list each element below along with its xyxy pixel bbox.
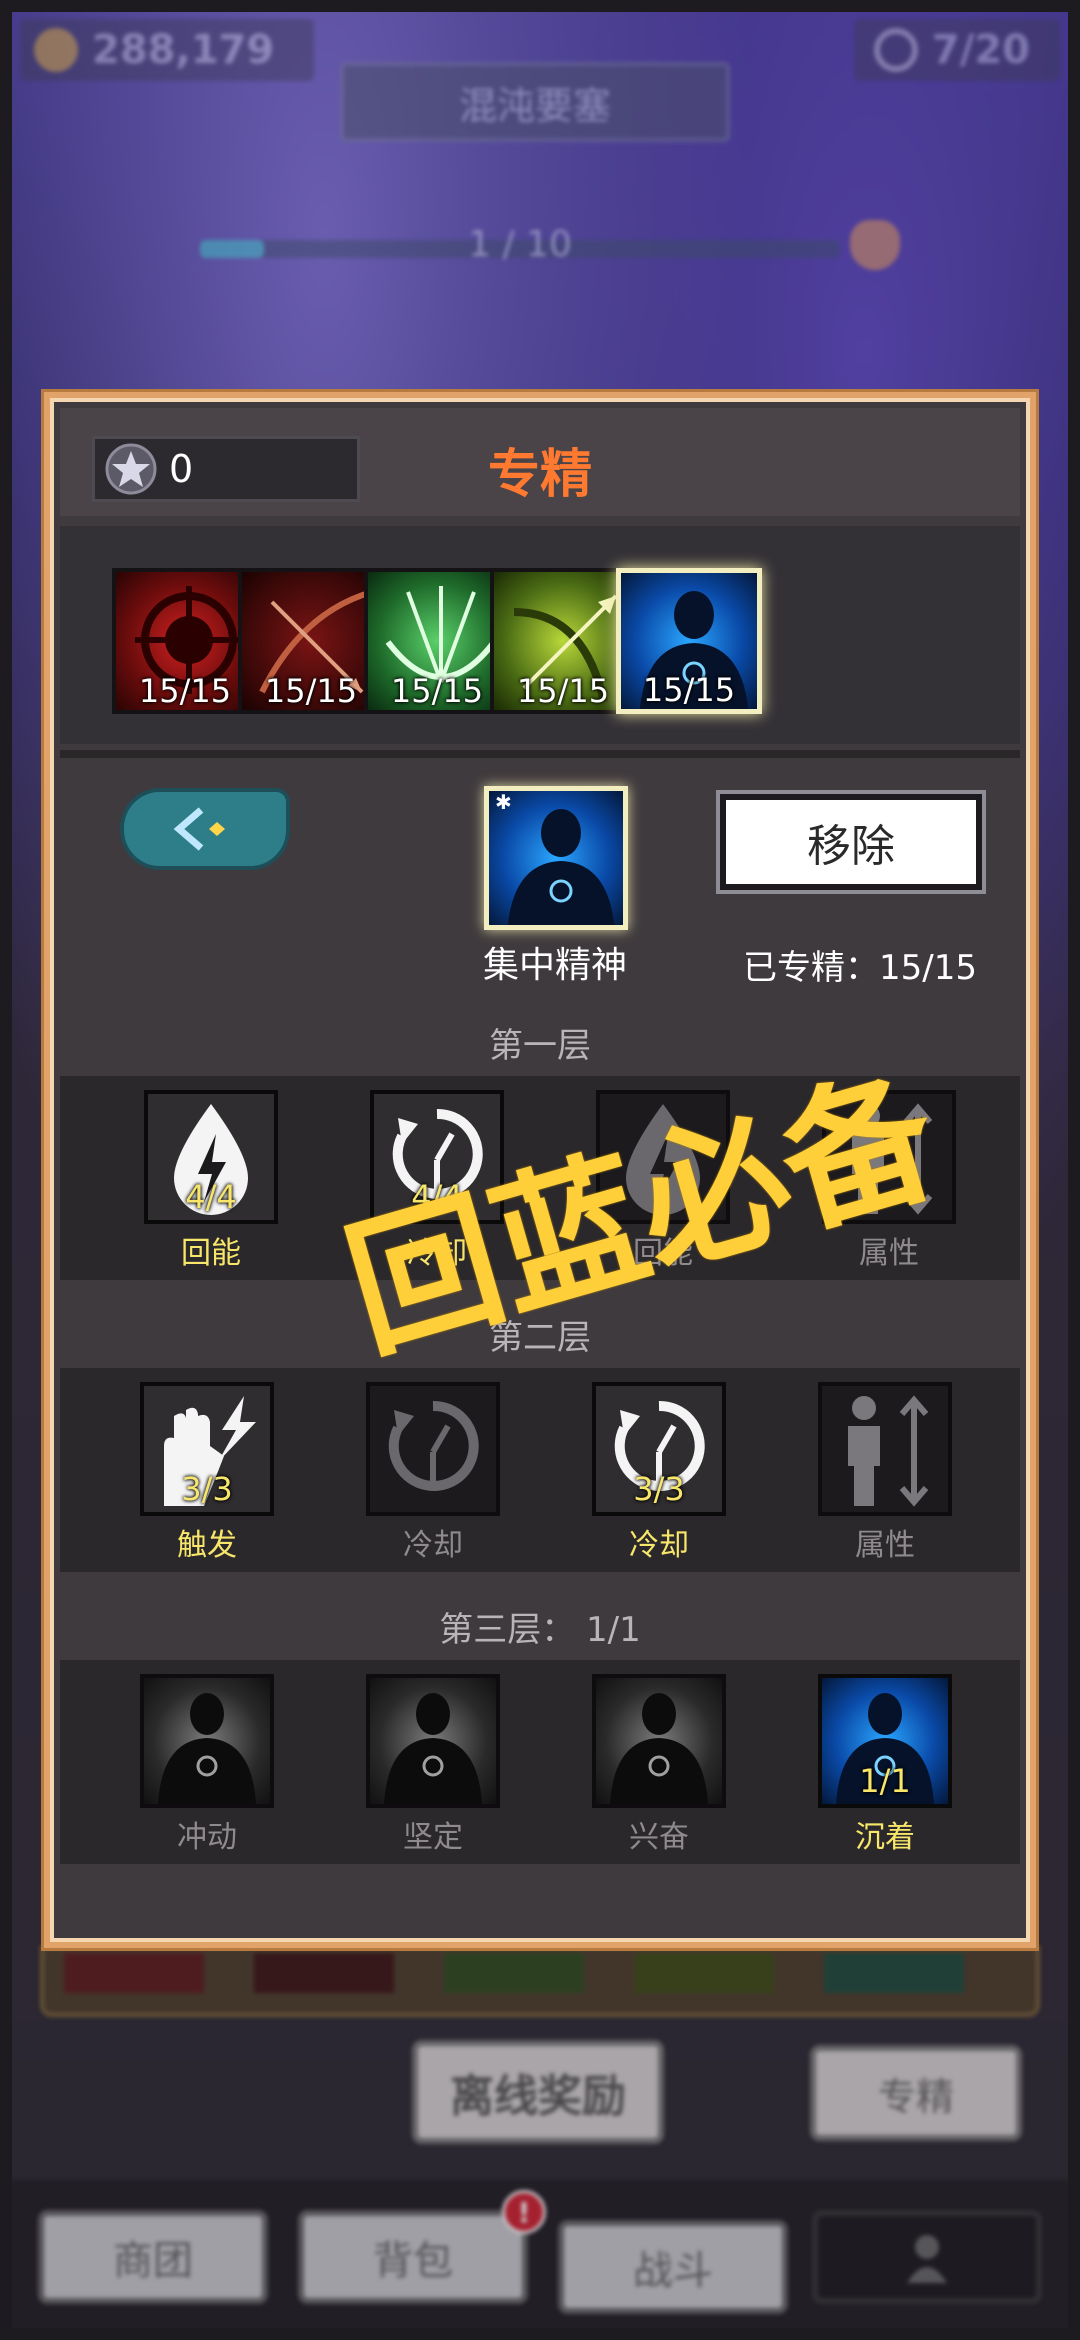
skill-excitement[interactable] — [592, 1674, 726, 1808]
remove-button[interactable]: 移除 — [720, 794, 982, 890]
tree-count: 15/15 — [516, 672, 610, 710]
tree-count: 15/15 — [264, 672, 358, 710]
spec-tree-row: 15/15 15/15 15/15 15/15 15/15 — [60, 526, 1020, 744]
strip-tile — [824, 1953, 964, 1993]
key-value: 7/20 — [931, 27, 1030, 73]
strip-tile — [254, 1953, 394, 1993]
skill-impulse[interactable] — [140, 1674, 274, 1808]
selected-spec-name: 集中精神 — [482, 945, 627, 986]
skill-trigger[interactable]: 3/3 — [140, 1382, 274, 1516]
nav-hero-button[interactable] — [812, 2210, 1042, 2304]
key-counter: 7/20 — [853, 19, 1060, 81]
skill-count: 3/3 — [181, 1470, 233, 1508]
skill-count: 4/4 — [185, 1178, 237, 1216]
tree-slot-5[interactable]: 15/15 — [616, 568, 762, 714]
skill-energy-regen[interactable]: 4/4 — [144, 1090, 278, 1224]
tree-slot-4[interactable]: 15/15 — [490, 568, 636, 714]
tree-slot-2[interactable]: 15/15 — [238, 568, 384, 714]
nav-guild-button[interactable]: 商团 — [38, 2210, 268, 2304]
skill-name: 属性 — [855, 1528, 915, 1563]
skill-count: 3/3 — [633, 1470, 685, 1508]
panel-title: 专精 — [487, 445, 592, 505]
blue-focus-figure-icon: ✱ — [495, 791, 615, 925]
cooldown-clock-icon — [388, 1400, 479, 1491]
tree-slot-3[interactable]: 15/15 — [364, 568, 510, 714]
tree-count: 15/15 — [138, 672, 232, 710]
gray-figure-icon — [158, 1693, 256, 1804]
skill-cooldown-locked[interactable] — [366, 1382, 500, 1516]
skill-name: 触发 — [177, 1528, 237, 1563]
gray-figure-icon — [610, 1693, 708, 1804]
notification-badge: ! — [502, 2190, 546, 2234]
back-button[interactable] — [120, 788, 290, 870]
skill-name: 坚定 — [403, 1820, 463, 1855]
attribute-figure-icon — [848, 1395, 929, 1507]
strip-tile — [444, 1953, 584, 1993]
gold-value: 288,179 — [92, 27, 275, 73]
boss-mask-icon — [850, 220, 900, 270]
strip-tile — [64, 1953, 204, 1993]
skill-cooldown[interactable]: 3/3 — [592, 1382, 726, 1516]
svg-text:✱: ✱ — [495, 791, 512, 814]
skill-name: 沉着 — [855, 1820, 915, 1855]
progress-text: 1 / 10 — [468, 224, 572, 265]
stage-progress: 1 / 10 — [200, 224, 840, 266]
spec-progress-label: 已专精：15/15 — [743, 948, 977, 988]
key-icon — [873, 28, 918, 72]
specialization-button[interactable]: 专精 — [810, 2045, 1022, 2141]
stage-title: 混沌要塞 — [340, 62, 730, 142]
skill-count: 1/1 — [859, 1762, 911, 1800]
skill-composure[interactable]: 1/1 — [818, 1674, 952, 1808]
skill-steadfast[interactable] — [366, 1674, 500, 1808]
strip-tile — [634, 1953, 774, 1993]
skill-name: 冷却 — [629, 1528, 689, 1563]
tree-count: 15/15 — [390, 672, 484, 710]
nav-battle-button[interactable]: 战斗 — [558, 2220, 788, 2314]
tree-strip-background — [40, 1945, 1040, 2017]
skill-name: 冷却 — [403, 1528, 463, 1563]
offline-reward-button[interactable]: 离线奖励 — [412, 2040, 664, 2144]
gold-counter: 288,179 — [20, 19, 315, 81]
tree-slot-1[interactable]: 15/15 — [112, 568, 258, 714]
selected-spec-icon: ✱ — [484, 786, 628, 930]
skill-name: 兴奋 — [629, 1820, 689, 1855]
hero-silhouette-icon — [907, 2235, 947, 2283]
skill-attribute[interactable] — [818, 1382, 952, 1516]
tier-3-row: 冲动 坚定 兴奋 1/1 沉着 — [60, 1660, 1020, 1864]
tree-count: 15/15 — [642, 671, 736, 709]
nav-backpack-button[interactable]: 背包 — [298, 2210, 528, 2304]
tier-3-label: 第三层： 1/1 — [439, 1610, 641, 1650]
skill-name: 冲动 — [177, 1820, 237, 1855]
back-arrow-icon — [173, 807, 225, 851]
tier-2-row: 3/3 触发 冷却 3/3 冷却 属性 — [60, 1368, 1020, 1572]
gray-figure-icon — [384, 1693, 482, 1804]
section-divider — [60, 750, 1020, 758]
gold-coin-icon — [34, 28, 78, 72]
skill-name: 回能 — [181, 1236, 241, 1271]
